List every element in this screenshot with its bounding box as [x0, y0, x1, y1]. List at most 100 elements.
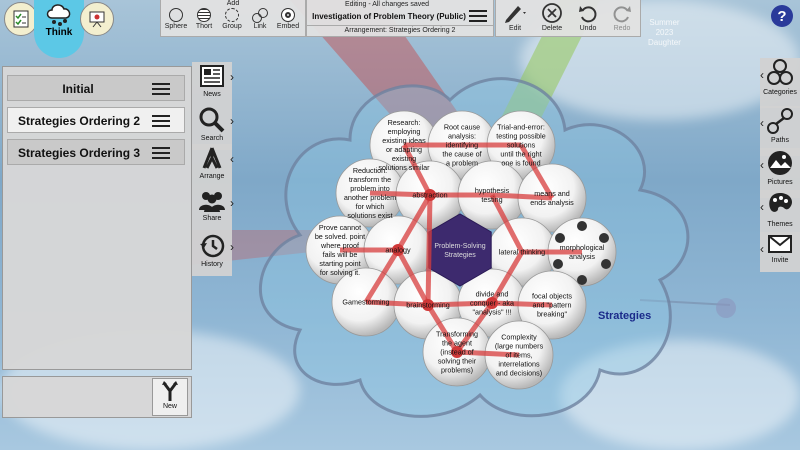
- thort-label: lateral thinking: [499, 248, 545, 257]
- undo-button[interactable]: Undo: [572, 2, 604, 36]
- redo-label: Redo: [613, 25, 631, 32]
- news-label: News: [203, 91, 221, 98]
- thort-label: brainstorming: [406, 301, 450, 310]
- edit-label: Edit: [508, 25, 522, 32]
- redo-button[interactable]: Redo: [606, 2, 638, 36]
- delete-button[interactable]: Delete: [536, 2, 568, 36]
- add-group-button[interactable]: Group: [217, 8, 247, 36]
- map-title: Investigation of Problem Theory (Public): [312, 12, 466, 21]
- thort-label: divide and conquer - aka "analysis" !!!: [470, 290, 514, 317]
- arrangement-label: Arrangement: Strategies Ordering 2: [307, 25, 493, 34]
- search-label: Search: [200, 135, 224, 142]
- edit-button[interactable]: Edit: [498, 2, 532, 36]
- thort-label: focal objects and "pattern breaking": [532, 292, 572, 319]
- thort-icon: [197, 8, 211, 22]
- chevron-left-icon: ‹: [760, 200, 764, 214]
- pictures-icon: [768, 151, 792, 175]
- checklist-icon: [13, 10, 29, 28]
- chevron-right-icon: ›: [230, 240, 234, 254]
- thort-link[interactable]: [425, 194, 433, 306]
- help-icon[interactable]: ?: [770, 4, 794, 28]
- arrange-icon: [202, 147, 222, 169]
- arrangements-panel: Initial Strategies Ordering 2 Strategies…: [2, 66, 192, 370]
- sphere-pattern: [599, 233, 609, 243]
- map-title-bar[interactable]: Editing - All changes saved Investigatio…: [306, 0, 494, 37]
- plan-mode-button[interactable]: [4, 2, 38, 36]
- arrangement-item-label: Strategies Ordering 2: [18, 114, 141, 128]
- new-arrangement-button[interactable]: New: [152, 378, 188, 416]
- group-label: Strategies: [598, 310, 652, 322]
- delete-icon: [542, 3, 562, 23]
- add-thort-button[interactable]: Thort: [189, 8, 219, 36]
- share-label: Share: [202, 215, 222, 222]
- sphere-pattern: [555, 233, 565, 243]
- invite-label: Invite: [771, 257, 789, 264]
- thort-node[interactable]: [716, 298, 736, 318]
- undo-icon: [579, 6, 597, 23]
- thort-label: abstraction: [412, 191, 447, 200]
- link-icon: [252, 8, 268, 23]
- sphere-pattern: [577, 275, 587, 285]
- newspaper-icon: [200, 65, 224, 87]
- sphere-pattern: [601, 259, 611, 269]
- undo-label: Undo: [579, 25, 597, 32]
- add-group-label: Group: [222, 23, 242, 30]
- arrangement-item-label: Initial: [62, 82, 94, 96]
- chevron-left-icon: ‹: [760, 242, 764, 256]
- categories-icon: [767, 59, 793, 85]
- chevron-left-icon: ‹: [760, 68, 764, 82]
- thort-label: Root cause analysis: identifying the cause …: [442, 123, 481, 168]
- edit-toolbar: Edit Delete Undo Redo: [495, 0, 641, 37]
- history-icon: [200, 234, 225, 258]
- sphere-pattern: [553, 259, 563, 269]
- add-thort-label: Thort: [195, 23, 213, 30]
- fork-icon: [162, 381, 178, 401]
- think-mode-button[interactable]: Think: [34, 0, 84, 58]
- news-button[interactable]: News ›: [192, 62, 234, 106]
- people-icon: [199, 192, 225, 212]
- arrangement-menu-icon[interactable]: [152, 83, 170, 95]
- thort-label: means and ends analysis: [530, 189, 574, 207]
- redo-icon: [613, 6, 631, 23]
- add-sphere-label: Sphere: [164, 23, 188, 30]
- thort-label: analogy: [385, 246, 411, 255]
- add-embed-label: Embed: [276, 23, 300, 30]
- envelope-icon: [768, 235, 792, 253]
- arrange-button[interactable]: Arrange ‹: [192, 144, 234, 188]
- add-link-label: Link: [253, 23, 267, 30]
- history-button[interactable]: History ›: [192, 232, 234, 276]
- chevron-left-icon: ‹: [230, 152, 234, 166]
- thort-label: Reduction: transform the problem into anoth…: [344, 166, 396, 220]
- chevron-right-icon: ›: [230, 114, 234, 128]
- add-sphere-button[interactable]: Sphere: [161, 8, 191, 36]
- chevron-right-icon: ›: [230, 70, 234, 84]
- chevron-left-icon: ‹: [760, 158, 764, 172]
- arrangement-menu-icon[interactable]: [152, 115, 170, 127]
- arrangement-item-selected[interactable]: Strategies Ordering 2: [7, 107, 185, 133]
- add-link-button[interactable]: Link: [245, 8, 275, 36]
- save-status: Editing - All changes saved: [344, 1, 430, 8]
- thort-label: Gamestorming: [342, 298, 389, 307]
- chevron-left-icon: ‹: [760, 116, 764, 130]
- map-menu-icon[interactable]: [469, 10, 487, 22]
- pencil-icon: [505, 6, 526, 23]
- group-icon: [225, 8, 239, 22]
- arrangement-item[interactable]: Initial: [7, 75, 185, 101]
- categories-button[interactable]: Categories ‹: [760, 58, 800, 108]
- paths-icon: [767, 108, 793, 134]
- share-button[interactable]: Share ›: [192, 188, 234, 232]
- sphere-icon: [169, 8, 183, 22]
- arrangement-menu-icon[interactable]: [152, 147, 170, 159]
- present-mode-button[interactable]: [80, 2, 114, 36]
- sphere-pattern: [577, 221, 587, 231]
- arrangement-item[interactable]: Strategies Ordering 3: [7, 139, 185, 165]
- pictures-label: Pictures: [767, 179, 793, 186]
- history-label: History: [201, 261, 223, 268]
- add-toolbar: Add Sphere Thort Group Link Embed: [160, 0, 306, 37]
- search-icon: [199, 107, 225, 133]
- invite-button[interactable]: Invite ‹: [760, 232, 800, 272]
- presentation-icon: [89, 11, 105, 28]
- new-label: New: [162, 403, 177, 410]
- arrange-label: Arrange: [199, 173, 225, 180]
- add-embed-button[interactable]: Embed: [273, 8, 303, 36]
